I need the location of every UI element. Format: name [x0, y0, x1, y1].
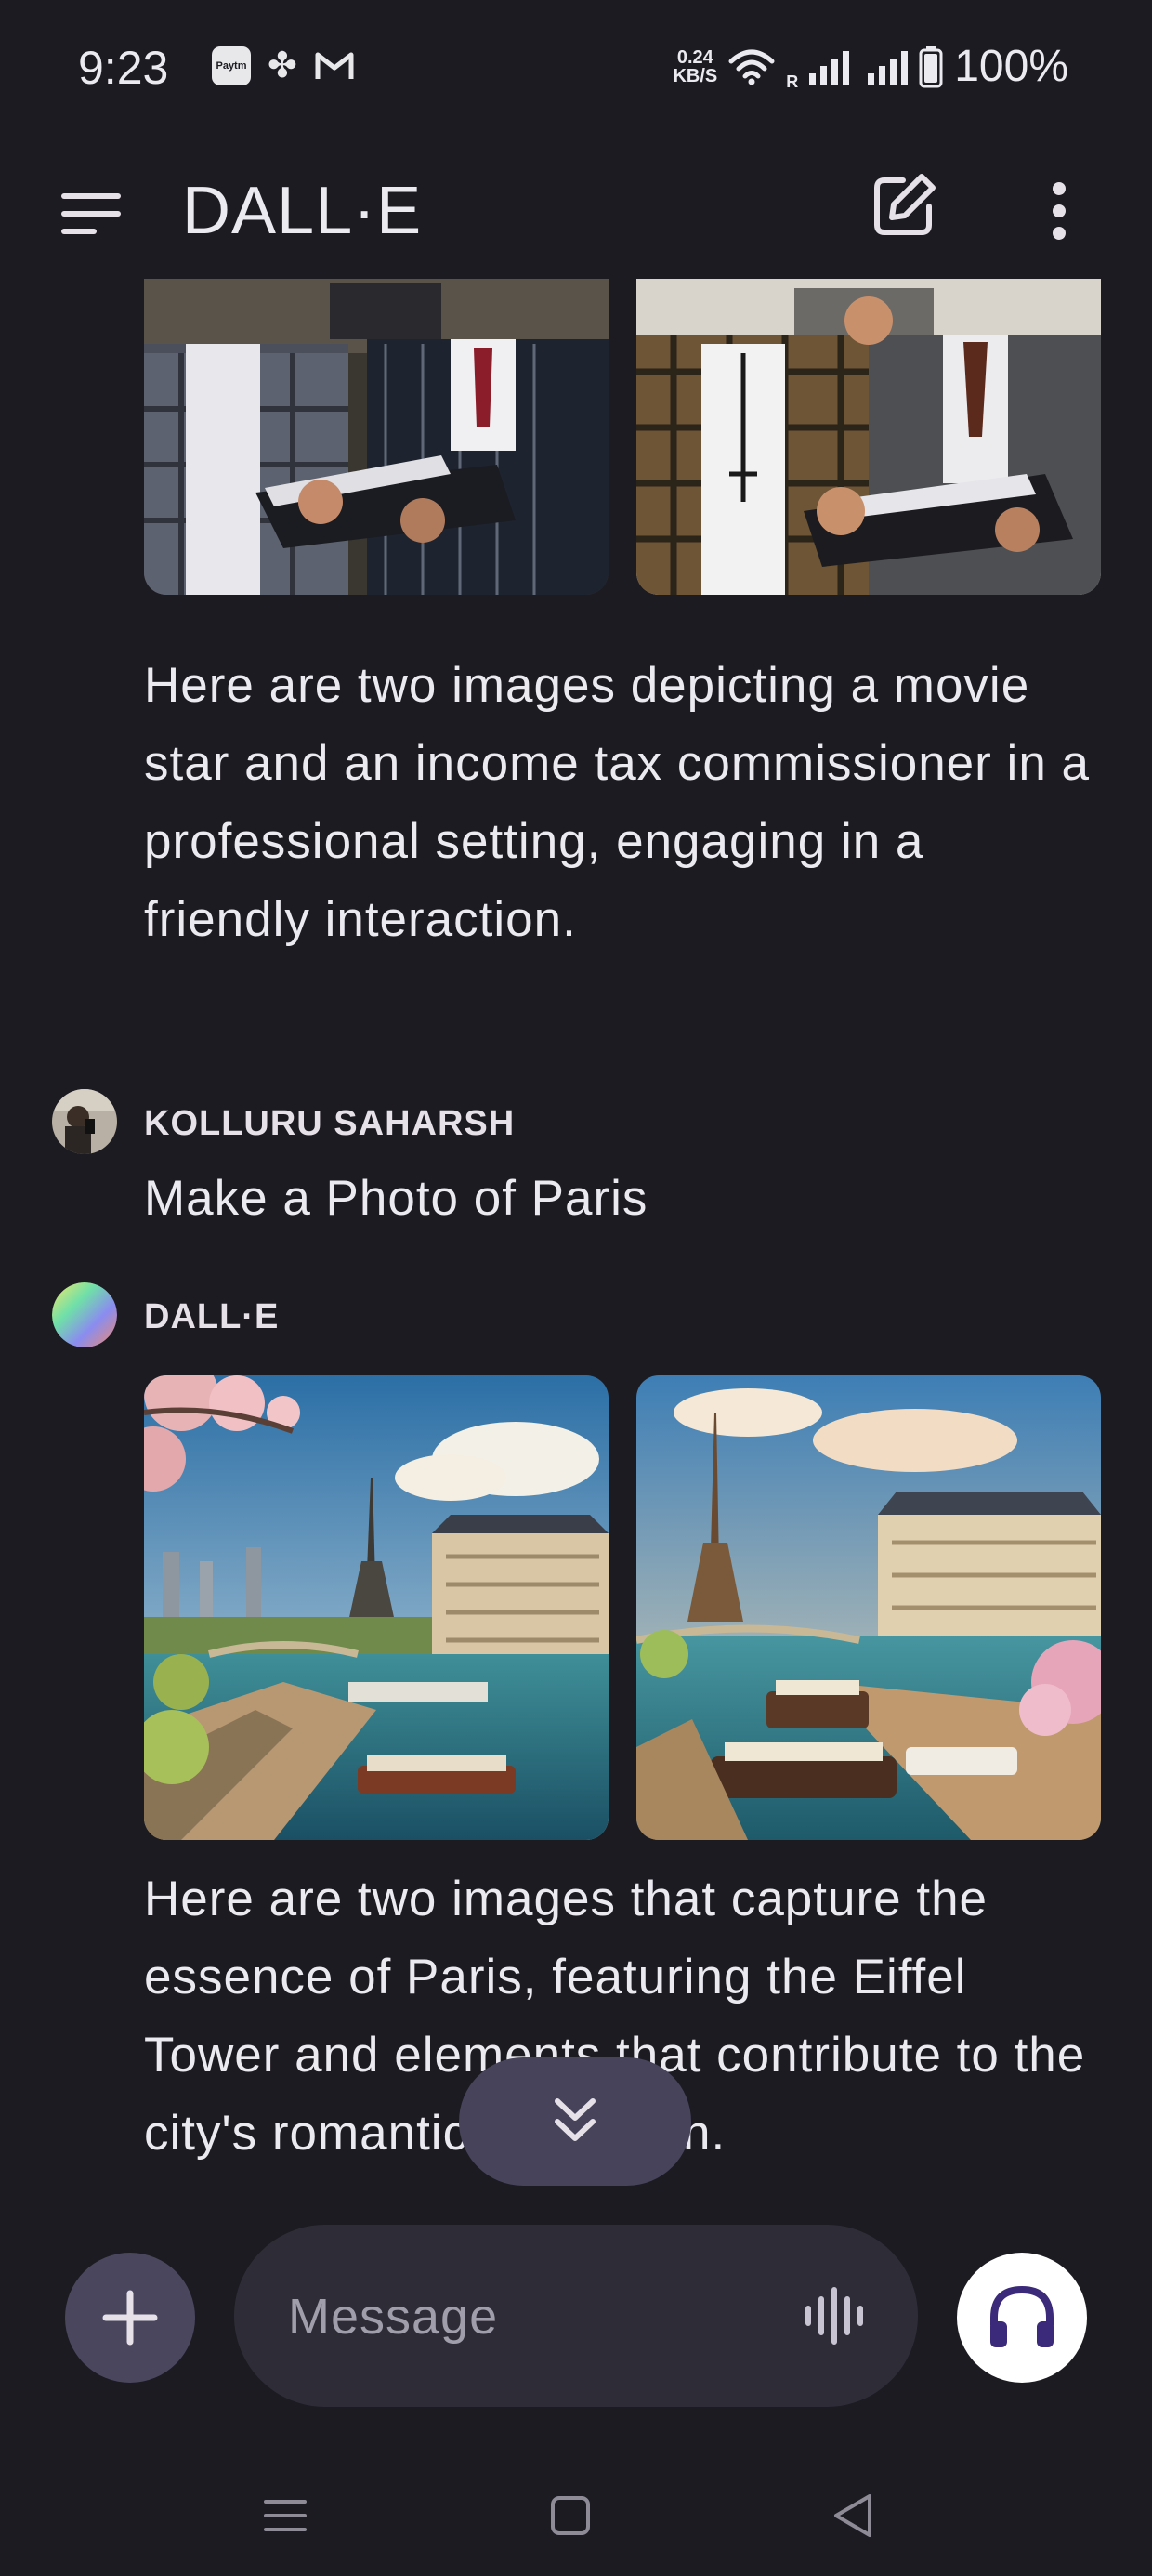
scroll-to-bottom-button[interactable]: [459, 2057, 691, 2186]
generated-image[interactable]: [636, 279, 1101, 595]
signal-icon-sim2: [868, 49, 909, 85]
gmail-icon: [315, 52, 354, 79]
user-avatar: [52, 1089, 117, 1154]
dalle-avatar: [52, 1282, 117, 1347]
paytm-icon: Paytm: [212, 46, 251, 85]
pinwheel-icon: ✤: [268, 46, 297, 85]
battery-percent: 100%: [954, 42, 1068, 91]
generated-image[interactable]: [144, 279, 609, 595]
double-chevron-down-icon: [555, 2098, 596, 2141]
message-input-container[interactable]: [234, 2225, 918, 2407]
status-bar: 9:23 Paytm ✤ 0.24 KB/S R 100%: [0, 0, 1152, 139]
notification-icons: Paytm ✤: [212, 46, 355, 85]
network-speed-value: 0.24: [676, 46, 713, 68]
bot-name: DALL·E: [144, 1297, 280, 1336]
status-indicators: 0.24 KB/S R 100%: [673, 41, 1068, 92]
status-time: 9:23: [78, 42, 169, 94]
roaming-label: R: [786, 72, 799, 91]
top-app-bar: DALL·E: [0, 139, 1152, 279]
recent-apps-icon[interactable]: [243, 2474, 327, 2557]
page-title: DALL·E: [182, 174, 423, 248]
generated-image[interactable]: [144, 1375, 609, 1840]
new-chat-icon[interactable]: [870, 171, 938, 240]
menu-icon[interactable]: [61, 193, 121, 234]
message-input[interactable]: [286, 2271, 773, 2362]
generated-image[interactable]: [636, 1375, 1101, 1840]
back-icon[interactable]: [812, 2474, 896, 2557]
conversation: Here are two images depicting a movie st…: [0, 279, 1152, 2202]
attach-button[interactable]: [65, 2253, 195, 2383]
system-navigation-bar: [0, 2453, 1152, 2576]
battery-icon: [919, 45, 943, 87]
voice-waveform-icon[interactable]: [801, 2282, 868, 2349]
headphones-icon: [990, 2285, 1054, 2347]
user-name: KOLLURU SAHARSH: [144, 1104, 516, 1143]
home-icon[interactable]: [529, 2474, 612, 2557]
voice-mode-button[interactable]: [957, 2253, 1087, 2383]
wifi-icon: [728, 49, 775, 85]
user-message: Make a Photo of Paris: [144, 1171, 648, 1226]
more-options-icon[interactable]: [1041, 177, 1078, 242]
network-speed: 0.24 KB/S: [673, 48, 717, 85]
plus-icon: [102, 2290, 158, 2346]
network-speed-unit: KB/S: [673, 65, 718, 86]
signal-icon-sim1: [809, 49, 850, 85]
assistant-message: Here are two images depicting a movie st…: [144, 658, 1090, 947]
